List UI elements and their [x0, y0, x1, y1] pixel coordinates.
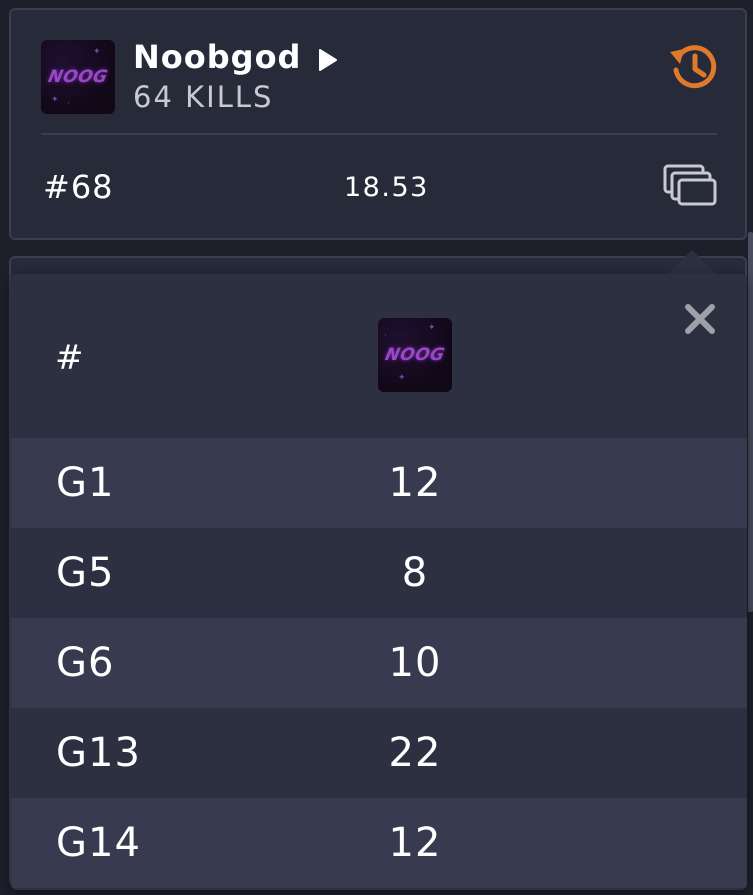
game-cell: G13	[56, 730, 141, 776]
header-avatar: ✦ ✦ · NOOG	[378, 318, 452, 392]
close-icon[interactable]	[681, 300, 719, 338]
rank-value: #68	[43, 168, 114, 206]
game-cell: G14	[56, 820, 141, 866]
table-row: G1 12	[11, 438, 747, 528]
card-divider	[41, 133, 717, 135]
kills-cell: 8	[401, 550, 429, 596]
player-card: ✦ ✦ · NOOG Noobgod 64 KILLS #68 18.53	[9, 8, 747, 240]
kills-table: G1 12 G5 8 G6 10 G13 22 G14 12	[11, 438, 747, 888]
table-row: G13 22	[11, 708, 747, 798]
game-cell: G6	[56, 640, 115, 686]
table-row: G5 8	[11, 528, 747, 618]
player-avatar: ✦ ✦ · NOOG	[41, 40, 115, 114]
avatar-logo-text: NOOG	[383, 345, 447, 365]
score-value: 18.53	[344, 172, 429, 203]
kills-cell: 22	[388, 730, 442, 776]
game-cell: G1	[56, 460, 115, 506]
kills-breakdown-popup: # ✦ ✦ · NOOG G1 12 G5 8 G6 10 G13 22 G14…	[11, 274, 747, 890]
kills-cell: 12	[388, 460, 442, 506]
table-row: G14 12	[11, 798, 747, 888]
scrollbar[interactable]	[748, 232, 753, 612]
kills-cell: 12	[388, 820, 442, 866]
popup-caret	[666, 250, 718, 276]
history-icon[interactable]	[667, 40, 721, 94]
game-column-header: #	[55, 338, 84, 378]
windows-icon[interactable]	[661, 162, 719, 208]
page: ✦ ✦ · NOOG Noobgod 64 KILLS #68 18.53 # …	[0, 0, 753, 895]
avatar-logo-text: NOOG	[46, 67, 110, 87]
table-row: G6 10	[11, 618, 747, 708]
kills-label: 64 KILLS	[133, 80, 274, 114]
play-icon[interactable]	[317, 48, 339, 72]
kills-cell: 10	[388, 640, 442, 686]
game-cell: G5	[56, 550, 115, 596]
player-name[interactable]: Noobgod	[133, 38, 301, 76]
